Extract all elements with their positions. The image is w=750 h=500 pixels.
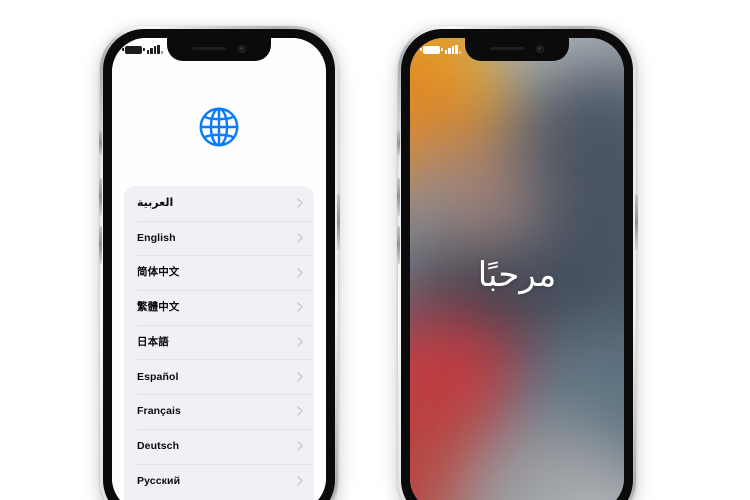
volume-up-button[interactable] [396,178,400,216]
screenshot-canvas: العربية English 简体中文 繁體中文 日本語 Español Fr… [0,0,750,500]
language-label: Deutsch [137,439,180,452]
volume-down-button[interactable] [396,226,400,264]
volume-up-button[interactable] [98,178,102,216]
power-button[interactable] [336,194,340,250]
list-item[interactable]: English [124,220,314,256]
language-label: Русский [137,474,181,487]
phone-bezel: مرحبًا [401,29,633,500]
power-button[interactable] [634,194,638,250]
speaker-grille-icon [490,47,524,50]
language-label: 简体中文 [137,266,180,279]
list-item[interactable]: 繁體中文 [124,290,314,325]
silent-switch-button[interactable] [396,130,400,156]
language-label: 日本語 [137,335,169,348]
language-label: Español [137,370,179,383]
greeting-text: مرحبًا [477,255,557,295]
language-label: English [137,231,176,244]
list-item[interactable]: Deutsch [124,428,314,464]
language-selection-screen: العربية English 简体中文 繁體中文 日本語 Español Fr… [112,38,326,500]
list-item[interactable]: 简体中文 [124,255,314,290]
battery-icon [420,45,443,54]
chevron-right-icon [297,233,303,243]
volume-down-button[interactable] [98,226,102,264]
chevron-right-icon [297,337,303,347]
signal-bars-icon [147,45,164,54]
notch [465,38,569,61]
chevron-right-icon [297,302,303,313]
language-label: 繁體中文 [137,301,180,314]
list-item[interactable]: Français [124,394,314,429]
chevron-right-icon [297,441,303,451]
front-camera-icon [238,44,246,53]
chevron-right-icon [297,476,303,486]
list-item[interactable]: 日本語 [124,324,314,360]
chevron-right-icon [297,198,303,209]
phone-screen: مرحبًا [410,38,624,500]
chevron-right-icon [297,406,303,417]
notch [167,38,271,61]
greeting-screen: مرحبًا [410,38,624,500]
language-selection-phone: العربية English 简体中文 繁體中文 日本語 Español Fr… [98,26,340,500]
globe-icon [196,104,242,150]
chevron-right-icon [297,268,303,278]
front-camera-icon [536,44,544,53]
phone-bezel: العربية English 简体中文 繁體中文 日本語 Español Fr… [103,29,335,500]
list-item[interactable]: Русский [124,463,314,499]
signal-bars-icon [445,45,462,54]
chevron-right-icon [297,372,303,382]
language-label: Français [137,405,181,418]
silent-switch-button[interactable] [98,130,102,156]
speaker-grille-icon [192,47,226,50]
list-item[interactable]: Español [124,359,314,394]
language-label: العربية [137,196,174,209]
list-item[interactable]: العربية [124,186,314,221]
battery-icon [122,45,145,54]
greeting-phone: مرحبًا [396,26,638,500]
phone-screen: العربية English 简体中文 繁體中文 日本語 Español Fr… [112,38,326,500]
language-list[interactable]: العربية English 简体中文 繁體中文 日本語 Español Fr… [124,186,314,500]
